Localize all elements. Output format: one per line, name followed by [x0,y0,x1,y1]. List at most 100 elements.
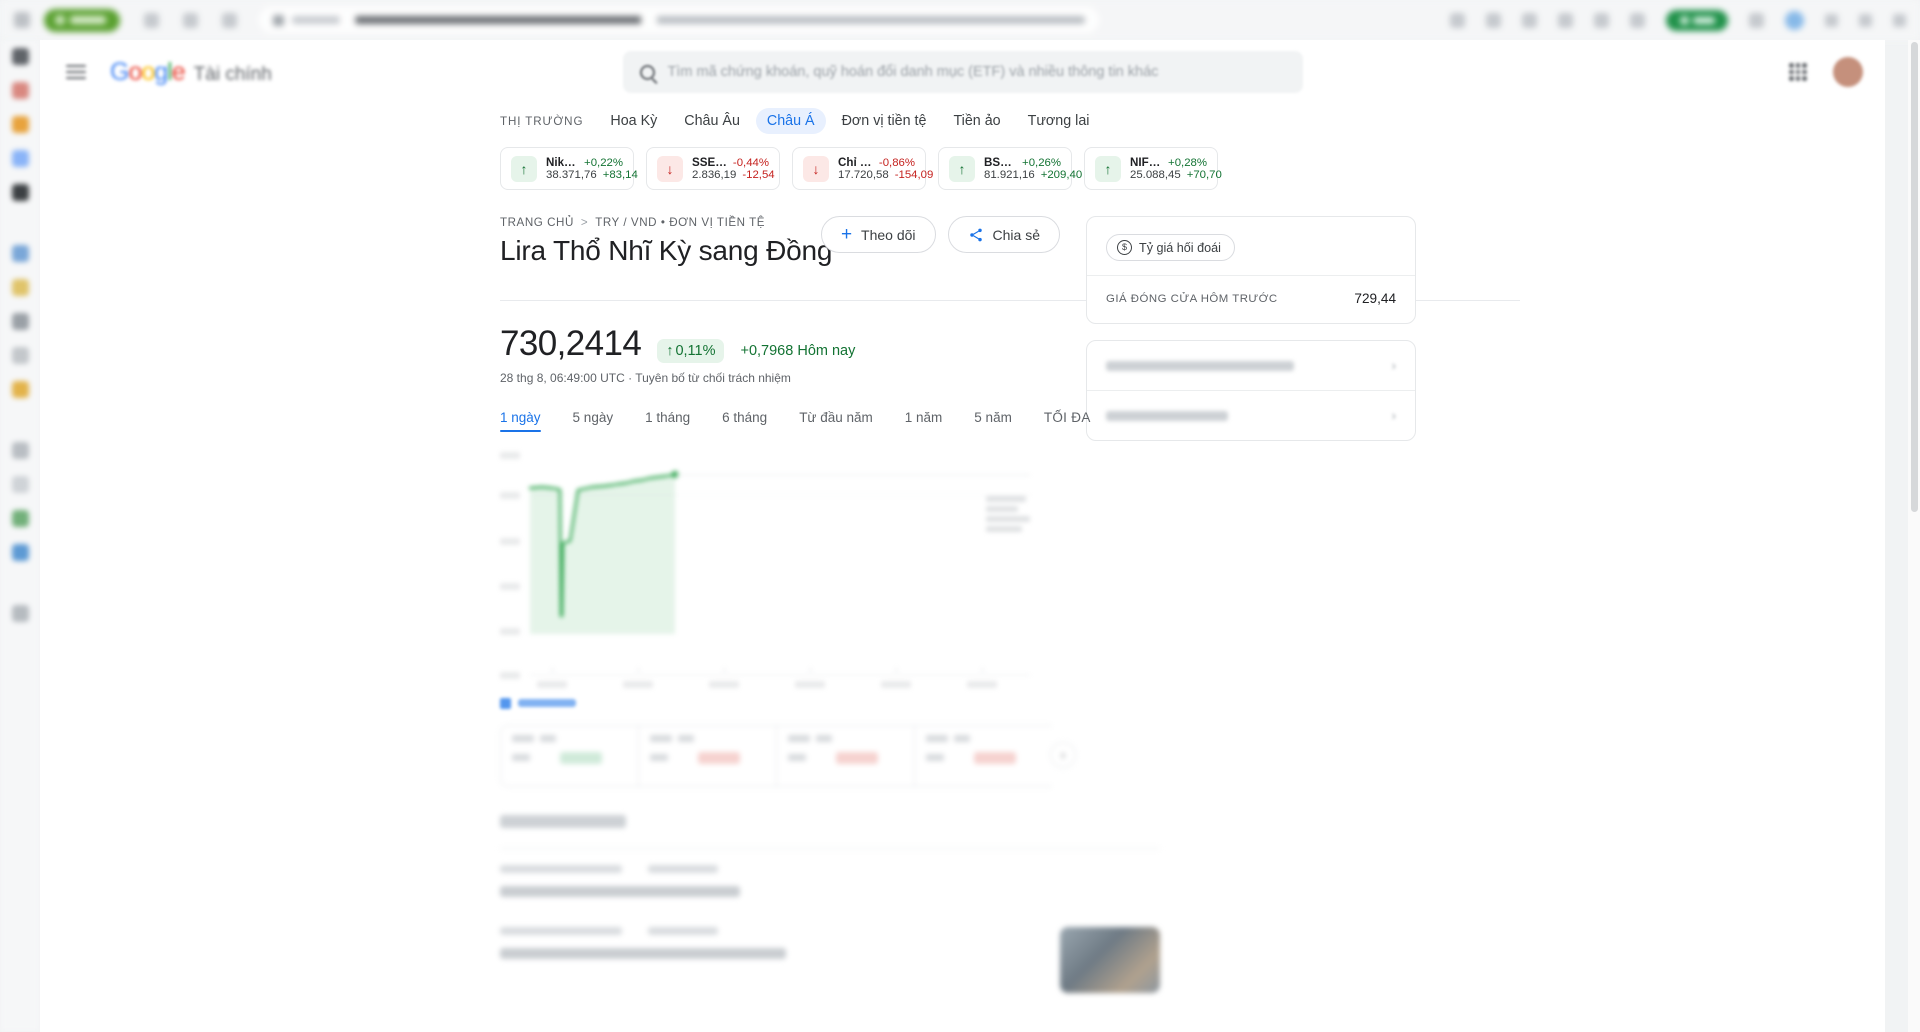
rail-icon-9[interactable] [11,347,29,364]
rail-icon-5[interactable] [11,184,29,201]
ticker-change: -12,54 [742,169,775,181]
x-axis-tick-label [881,680,911,688]
ticker-card[interactable]: ↑ NIFTY 50 +0,28% 25.088,45 +70,70 [1084,147,1222,190]
download-icon[interactable] [1558,12,1573,28]
range-tab-1y[interactable]: 1 năm [905,403,959,434]
range-tab-5y[interactable]: 5 năm [974,403,1028,434]
hamburger-menu-icon[interactable] [66,65,86,79]
rail-icon-10[interactable] [11,381,29,398]
range-tab-1d[interactable]: 1 ngày [500,403,557,434]
range-tab-6m[interactable]: 6 tháng [722,403,783,434]
reload-button[interactable] [222,12,237,28]
forward-button[interactable] [183,12,198,28]
chart-svg [528,470,1030,676]
rail-icon-11[interactable] [11,442,29,459]
close-window-icon[interactable] [1893,13,1906,27]
address-bar[interactable] [259,7,1099,33]
accordion-row-currency-vnd[interactable]: › [1087,390,1415,440]
comparison-card[interactable] [776,724,914,787]
rail-icon-15[interactable] [11,605,29,622]
x-axis-tick-mark [810,667,811,672]
markets-tab-currencies[interactable]: Đơn vị tiền tệ [831,108,938,134]
translate-icon[interactable] [1486,12,1501,28]
markets-tab-futures[interactable]: Tương lai [1017,108,1101,134]
time-range-tabs: 1 ngày 5 ngày 1 tháng 6 tháng Từ đầu năm… [500,403,1090,434]
rail-icon-2[interactable] [11,82,29,99]
news-item[interactable] [500,864,1160,897]
price-chart[interactable] [500,448,1060,688]
search-input[interactable]: Tìm mã chứng khoán, quỹ hoán đổi danh mụ… [622,51,1303,93]
bookmarks-icon[interactable] [1630,12,1645,28]
disclaimer-link[interactable]: Tuyên bố từ chối trách nhiệm [635,371,791,385]
breadcrumb-home[interactable]: TRANG CHỦ [500,216,574,229]
markets-nav-label: THỊ TRƯỜNG [500,114,584,128]
comparison-card[interactable] [914,724,1052,787]
range-tab-max[interactable]: TỐI ĐA [1044,403,1107,434]
markets-tab-europe[interactable]: Châu Âu [673,108,751,134]
google-wordmark: Google [110,57,186,86]
ticker-value: 81.921,16 [984,169,1035,181]
rail-icon-14[interactable] [11,544,29,561]
ticker-card[interactable]: ↓ Chỉ số Hang Seng -0,86% 17.720,58 -154… [792,147,933,190]
trend-up-arrow-icon: ↑ [666,342,674,359]
currency-icon: $ [1117,240,1132,255]
comparison-next-arrow-icon[interactable]: › [1050,741,1076,768]
comparison-card[interactable] [500,724,638,787]
rail-icon-6[interactable] [11,245,29,262]
quote-percent-chip: ↑ 0,11% [657,338,725,363]
toolbar-right-cluster [1450,9,1906,31]
ticker-name: BSE Sensex [984,156,1016,169]
share-button[interactable]: Chia sẻ [947,216,1060,253]
google-finance-logo[interactable]: Google Tài chính [110,58,272,87]
extension-icon[interactable] [14,12,30,28]
quote-percent: 0,11% [675,342,716,359]
rail-icon-8[interactable] [11,313,29,330]
follow-button[interactable]: + Theo dõi [820,216,936,253]
rail-icon-7[interactable] [11,279,29,296]
rail-icon-4[interactable] [11,150,29,167]
main-content: TRANG CHỦ > TRY / VND • ĐƠN VỊ TIỀN TỆ L… [40,202,1885,993]
minimize-icon[interactable] [1825,13,1838,27]
page-actions: + Theo dõi Chia sẻ [820,216,1060,253]
profile-avatar[interactable] [1785,10,1804,30]
legend-entry [986,525,1022,532]
ticker-card[interactable]: ↑ Nikkei 225 +0,22% 38.371,76 +83,14 [500,147,638,190]
trend-up-icon: ↑ [511,155,537,182]
exchange-rate-chip: $ Tỷ giá hối đoái [1106,234,1235,261]
rail-icon-13[interactable] [11,510,29,527]
google-finance-page: Google Tài chính Tìm mã chứng khoán, quỹ… [40,40,1885,1032]
rail-icon-1[interactable] [11,48,29,65]
scrollbar-thumb[interactable] [1910,42,1918,512]
ticker-card[interactable]: ↑ BSE Sensex +0,26% 81.921,16 +209,40 [938,147,1082,190]
rail-icon-3[interactable] [11,116,29,133]
page-scrollbar[interactable] [1908,40,1920,1032]
trend-up-icon: ↑ [949,155,975,182]
markets-tab-crypto[interactable]: Tiền ảo [942,108,1011,134]
range-tab-5d[interactable]: 5 ngày [573,403,630,434]
markets-tab-us[interactable]: Hoa Kỳ [599,108,668,134]
accordion-row-currency-try[interactable]: › [1087,341,1415,390]
rail-icon-12[interactable] [11,476,29,493]
back-button[interactable] [144,12,159,28]
chart-disclosure-link[interactable] [500,697,1060,709]
maximize-icon[interactable] [1859,13,1872,27]
vpn-badge[interactable] [44,8,120,32]
comparison-cards: › [500,724,1076,787]
account-avatar[interactable] [1833,57,1863,87]
history-icon[interactable] [1594,12,1609,28]
sync-badge[interactable] [1666,9,1728,31]
range-tab-ytd[interactable]: Từ đầu năm [799,403,889,434]
quote-period: Hôm nay [797,342,856,359]
x-axis-tick-mark [724,667,725,672]
apps-grid-icon[interactable] [1789,63,1807,81]
ticker-card[interactable]: ↓ SSE Composite Ind… -0,44% 2.836,19 -12… [646,147,780,190]
comparison-card[interactable] [638,724,776,787]
menu-icon[interactable] [1749,12,1764,28]
news-item[interactable] [500,926,1160,993]
ticker-change: +209,40 [1040,169,1083,181]
puzzle-extensions-icon[interactable] [1522,12,1537,28]
info-accordion: › › [1086,340,1416,441]
range-tab-1m[interactable]: 1 tháng [645,403,706,434]
bookmark-icon[interactable] [1450,12,1465,28]
markets-tab-asia[interactable]: Châu Á [755,108,826,134]
